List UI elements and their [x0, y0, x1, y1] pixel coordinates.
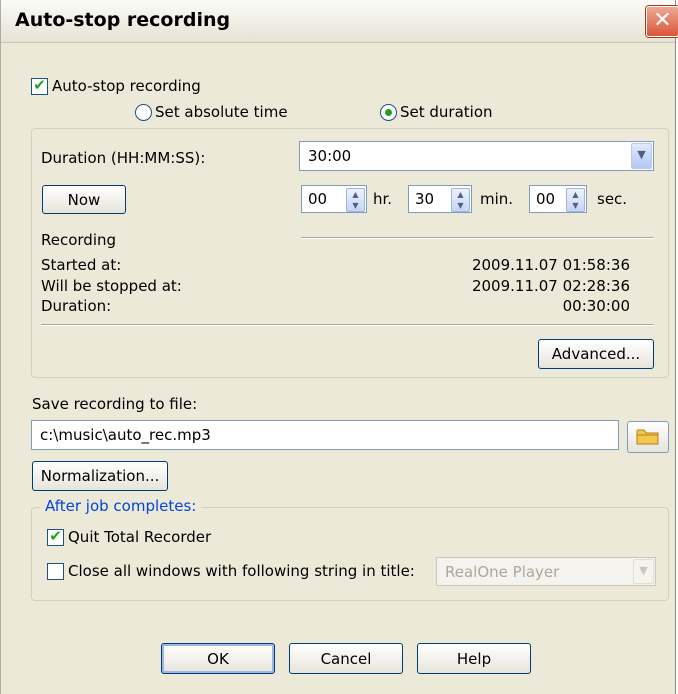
duration-radio[interactable] — [380, 104, 397, 121]
help-button[interactable]: Help — [417, 643, 531, 674]
ok-button[interactable]: OK — [161, 643, 275, 674]
advanced-button[interactable]: Advanced... — [538, 339, 654, 369]
seconds-spin-icon[interactable]: ▲ ▼ — [566, 188, 585, 212]
after-job-group — [31, 507, 669, 601]
check-icon: ✔ — [49, 527, 62, 545]
chevron-down-icon: ▼ — [633, 559, 654, 584]
autostop-checkbox[interactable]: ✔ — [31, 76, 48, 95]
seconds-unit: sec. — [597, 190, 628, 208]
duration-label: Duration (HH:MM:SS): — [41, 149, 206, 167]
hours-value: 00 — [308, 190, 328, 208]
close-windows-label[interactable]: Close all windows with following string … — [68, 562, 415, 580]
minutes-spin-icon[interactable]: ▲ ▼ — [451, 188, 470, 212]
recording-heading: Recording — [41, 231, 117, 249]
browse-button[interactable] — [627, 421, 669, 453]
autostop-label[interactable]: Auto-stop recording — [52, 77, 201, 95]
duration-select[interactable]: 30:00 ▼ — [299, 141, 654, 171]
hours-unit: hr. — [373, 190, 393, 208]
hours-stepper[interactable]: 00 ▲ ▼ — [301, 185, 367, 213]
check-icon: ✔ — [33, 76, 46, 94]
recording-duration-value: 00:30:00 — [562, 297, 630, 315]
started-label: Started at: — [41, 256, 122, 274]
window-title-value: RealOne Player — [445, 563, 560, 581]
quit-checkbox[interactable]: ✔ — [47, 527, 64, 546]
stopped-label: Will be stopped at: — [41, 277, 182, 295]
now-button[interactable]: Now — [42, 185, 126, 214]
normalization-button[interactable]: Normalization... — [32, 461, 168, 491]
folder-icon — [636, 429, 659, 445]
recording-duration-label: Duration: — [41, 297, 112, 315]
window-title: Auto-stop recording — [15, 9, 231, 31]
stopped-value: 2009.11.07 02:28:36 — [471, 277, 630, 295]
close-button[interactable]: ✕ — [646, 6, 678, 37]
duration-mode-label[interactable]: Set duration — [400, 103, 493, 121]
minutes-value: 30 — [415, 190, 435, 208]
save-label: Save recording to file: — [32, 395, 198, 413]
seconds-stepper[interactable]: 00 ▲ ▼ — [529, 185, 587, 213]
cancel-button[interactable]: Cancel — [289, 643, 403, 674]
minutes-unit: min. — [480, 190, 514, 208]
radio-selected-dot — [385, 109, 392, 116]
started-value: 2009.11.07 01:58:36 — [471, 256, 630, 274]
chevron-down-icon[interactable]: ▼ — [631, 143, 652, 169]
seconds-value: 00 — [536, 190, 556, 208]
recording-separator-bottom — [41, 324, 654, 326]
absolute-time-label[interactable]: Set absolute time — [155, 103, 288, 121]
recording-separator-top — [301, 237, 654, 239]
minutes-stepper[interactable]: 30 ▲ ▼ — [408, 185, 472, 213]
absolute-time-radio[interactable] — [135, 104, 152, 121]
close-icon: ✕ — [653, 8, 672, 33]
title-bar: Auto-stop recording ✕ — [1, 0, 678, 43]
save-path-input[interactable]: c:\music\auto_rec.mp3 — [31, 420, 619, 450]
hours-spin-icon[interactable]: ▲ ▼ — [346, 188, 365, 212]
window-title-select: RealOne Player ▼ — [436, 557, 656, 586]
quit-label[interactable]: Quit Total Recorder — [68, 528, 211, 546]
after-job-legend: After job completes: — [40, 497, 202, 515]
dialog-window: Auto-stop recording ✕ ✔ Auto-stop record… — [0, 0, 678, 694]
duration-select-value: 30:00 — [308, 147, 352, 165]
close-windows-checkbox[interactable] — [47, 563, 64, 580]
